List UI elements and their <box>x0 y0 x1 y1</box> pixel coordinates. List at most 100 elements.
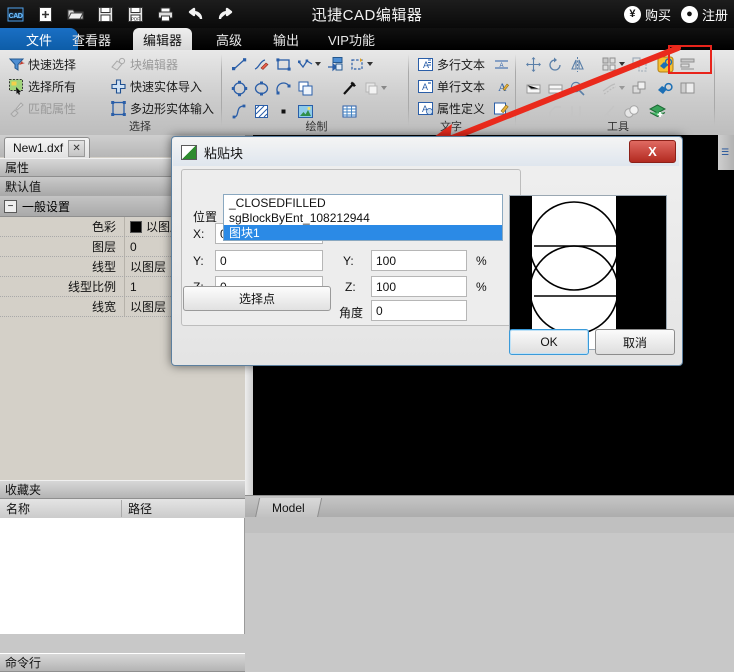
block-editor-button[interactable]: 块编辑器 <box>108 53 216 75</box>
block-insert-icon[interactable] <box>654 53 676 75</box>
select-all-label: 选择所有 <box>28 78 76 95</box>
dimension-icon[interactable] <box>338 77 360 99</box>
extend-icon[interactable] <box>544 77 566 99</box>
canvas-bottom-filler <box>245 517 734 533</box>
scale-y-label: Y: <box>343 254 354 268</box>
polygon-entity-input-label: 多边形实体输入 <box>130 100 214 117</box>
scale-z-input[interactable]: 100 <box>371 276 467 297</box>
ribbon-divider <box>515 54 516 126</box>
ribbon-group-draw-title: 绘制 <box>224 118 409 134</box>
attdef-icon: A <box>417 100 434 117</box>
property-group-label: 一般设置 <box>22 198 70 215</box>
favorites-column-name[interactable]: 名称 <box>0 500 122 517</box>
move-icon[interactable] <box>522 53 544 75</box>
tab-advanced[interactable]: 高级 <box>206 28 252 50</box>
save-icon[interactable] <box>90 1 120 27</box>
tab-viewer[interactable]: 查看器 <box>62 28 121 50</box>
ribbon-group-text-title: 文字 <box>411 118 491 134</box>
tab-output[interactable]: 输出 <box>263 28 309 50</box>
text-style-icon[interactable]: A <box>490 75 512 97</box>
group-icon[interactable] <box>628 77 650 99</box>
circle-icon[interactable] <box>228 77 250 99</box>
block-redefine-icon[interactable] <box>654 77 676 99</box>
polyline-edit-icon[interactable] <box>250 53 272 75</box>
match-properties-button[interactable]: 匹配属性 <box>6 97 78 119</box>
redo-icon[interactable] <box>210 1 240 27</box>
position-y-input[interactable]: 0 <box>215 250 323 271</box>
dialog-title-bar[interactable]: 粘贴块 X <box>173 138 679 166</box>
print-icon[interactable] <box>150 1 180 27</box>
command-line-header: 命令行 <box>0 653 245 672</box>
favorites-list-body[interactable] <box>0 518 245 634</box>
tab-vip[interactable]: VIP功能 <box>318 28 385 50</box>
select-all-button[interactable]: 选择所有 <box>6 75 78 97</box>
array-icon[interactable] <box>598 53 628 75</box>
close-icon[interactable]: ✕ <box>68 140 85 157</box>
dropdown-option[interactable]: _CLOSEDFILLED <box>224 195 502 210</box>
text-button[interactable]: A 单行文本 <box>415 75 487 97</box>
text-edit-icon[interactable] <box>490 97 512 119</box>
text-align-icon[interactable]: A <box>490 53 512 75</box>
rectangle-icon[interactable] <box>272 53 294 75</box>
pick-point-button[interactable]: 选择点 <box>183 286 331 311</box>
menu-tab-bar: 文件 查看器 编辑器 高级 输出 VIP功能 <box>0 28 734 50</box>
undo-icon[interactable] <box>180 1 210 27</box>
ellipse-icon[interactable] <box>250 77 272 99</box>
scale-entity-icon[interactable] <box>628 53 650 75</box>
ribbon-group-select: 快速选择 选择所有 匹配属性 块编辑器 快速实体导入 多边形实体输入 <box>0 50 222 135</box>
block-name-dropdown-list[interactable]: _CLOSEDFILLED sgBlockByEnt_108212944 图块1 <box>223 194 503 241</box>
dropdown-option-selected[interactable]: 图块1 <box>224 225 502 240</box>
property-name: 线型比例 <box>0 278 124 295</box>
text-label: 单行文本 <box>437 78 485 95</box>
model-tab[interactable]: Model <box>255 498 322 518</box>
select-all-icon <box>8 78 25 95</box>
close-button[interactable]: X <box>629 140 676 163</box>
rotate-icon[interactable] <box>544 53 566 75</box>
mtext-label: 多行文本 <box>437 56 485 73</box>
attribute-definition-button[interactable]: A 属性定义 <box>415 97 487 119</box>
open-icon[interactable] <box>60 1 90 27</box>
svg-text:PDF: PDF <box>131 16 140 21</box>
ribbon-divider <box>408 54 409 126</box>
quick-select-button[interactable]: 快速选择 <box>6 53 78 75</box>
scale-y-input[interactable]: 100 <box>371 250 467 271</box>
align-icon[interactable] <box>676 53 698 75</box>
tab-editor[interactable]: 编辑器 <box>133 28 192 50</box>
chevron-down-icon <box>315 62 321 66</box>
mtext-icon: A <box>417 56 434 73</box>
dropdown-option[interactable]: sgBlockByEnt_108212944 <box>224 210 502 225</box>
panel-toggle-icon[interactable] <box>676 77 698 99</box>
right-side-strip[interactable]: ☰ <box>718 135 734 170</box>
trim-icon[interactable] <box>522 77 544 99</box>
offset-icon[interactable] <box>598 77 628 99</box>
polygon-entity-input-button[interactable]: 多边形实体输入 <box>108 97 216 119</box>
mtext-button[interactable]: A 多行文本 <box>415 53 487 75</box>
buy-button[interactable]: ¥ 购买 <box>624 5 671 24</box>
ribbon: 快速选择 选择所有 匹配属性 块编辑器 快速实体导入 多边形实体输入 <box>0 50 734 136</box>
insert-block-icon[interactable] <box>324 53 346 75</box>
cancel-button[interactable]: 取消 <box>595 329 675 355</box>
quick-entity-import-label: 快速实体导入 <box>130 78 202 95</box>
arc-icon[interactable] <box>272 77 294 99</box>
mirror-icon[interactable] <box>566 53 588 75</box>
region-icon[interactable] <box>360 77 390 99</box>
ok-button[interactable]: OK <box>509 329 589 355</box>
register-button[interactable]: ● 注册 <box>681 5 728 24</box>
ribbon-group-draw: 绘制 <box>224 50 409 135</box>
favorites-column-headers: 名称 路径 <box>0 499 245 519</box>
line-icon[interactable] <box>228 53 250 75</box>
chevron-down-icon <box>619 62 625 66</box>
dialog-body: 名称 图块1 位置 X: 0 Y: 0 Z: 0 选择点 Y: 100 % Z:… <box>173 166 679 362</box>
save-pdf-icon[interactable]: PDF <box>120 1 150 27</box>
block-define-icon[interactable] <box>346 53 376 75</box>
collapse-icon[interactable]: − <box>4 200 17 213</box>
new-icon[interactable] <box>30 1 60 27</box>
document-tab[interactable]: New1.dxf ✕ <box>4 137 90 158</box>
position-label: 位置 <box>193 208 217 225</box>
polyline-icon[interactable] <box>294 53 324 75</box>
quick-entity-import-button[interactable]: 快速实体导入 <box>108 75 216 97</box>
favorites-column-path[interactable]: 路径 <box>122 500 245 517</box>
explode-icon[interactable] <box>566 77 588 99</box>
copy-entity-icon[interactable] <box>294 77 316 99</box>
angle-input[interactable]: 0 <box>371 300 467 321</box>
